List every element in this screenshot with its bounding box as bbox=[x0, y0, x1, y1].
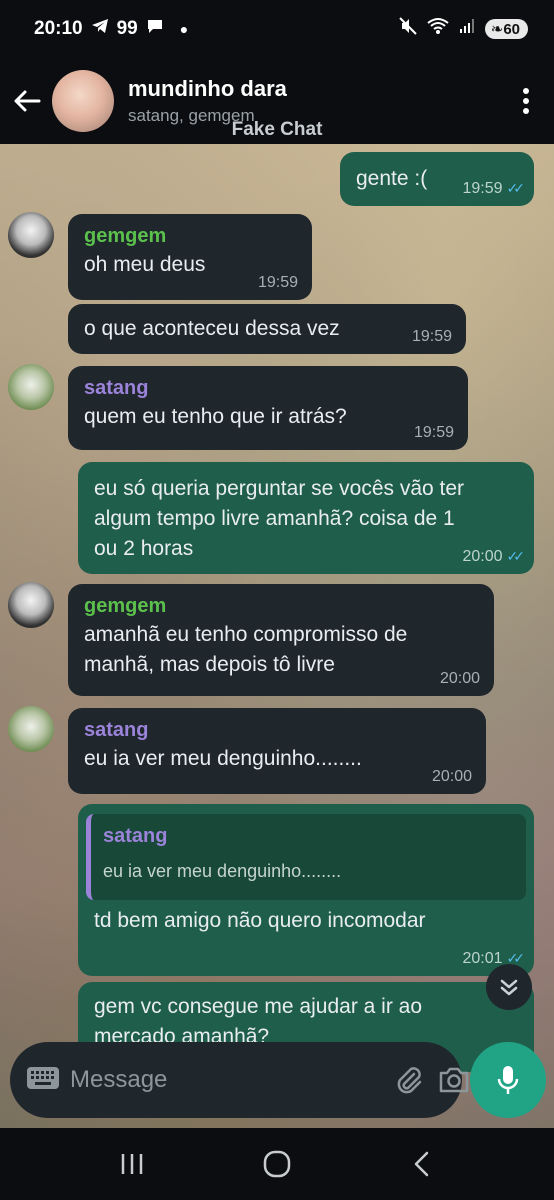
message-line: eu só queria perguntar se vocês vão ter bbox=[94, 477, 465, 500]
message-time: 20:00 bbox=[462, 548, 503, 565]
sender-name[interactable]: gemgem bbox=[84, 592, 478, 620]
chat-bubble-icon bbox=[146, 18, 164, 40]
message-text: quem eu tenho que ir atrás? bbox=[84, 405, 347, 428]
dot-icon: ● bbox=[179, 21, 189, 37]
mute-icon bbox=[399, 17, 417, 41]
fake-chat-watermark: Fake Chat bbox=[231, 119, 323, 140]
system-back-button[interactable] bbox=[387, 1134, 457, 1194]
camera-button[interactable] bbox=[438, 1060, 470, 1100]
message-text: gente :( bbox=[356, 167, 428, 190]
attach-button[interactable] bbox=[394, 1060, 424, 1100]
quoted-sender: satang bbox=[103, 825, 168, 847]
home-button[interactable] bbox=[242, 1134, 312, 1194]
message-bubble-incoming[interactable]: satang eu ia ver meu denguinho........ 2… bbox=[68, 708, 486, 794]
more-vert-icon bbox=[523, 88, 529, 114]
message-bubble-outgoing[interactable]: eu só queria perguntar se vocês vão ter … bbox=[78, 462, 534, 574]
sender-name[interactable]: gemgem bbox=[84, 222, 296, 250]
message-composer bbox=[10, 1042, 469, 1118]
message-list[interactable]: gente :( 19:59 ✓✓ gemgem oh meu deus 19:5… bbox=[0, 144, 554, 1128]
message-time: 20:00 bbox=[439, 670, 480, 687]
message-text: td bem amigo não quero incomodar bbox=[94, 909, 426, 932]
signal-icon bbox=[459, 18, 475, 40]
message-text: eu ia ver meu denguinho........ bbox=[84, 747, 362, 770]
message-line: gem vc consegue me ajudar a ir ao bbox=[94, 995, 423, 1018]
sender-name[interactable]: satang bbox=[84, 374, 452, 402]
avatar-satang[interactable] bbox=[8, 706, 54, 752]
message-time: 19:59 bbox=[257, 274, 298, 291]
attach-icon bbox=[397, 1067, 422, 1094]
status-bar: 20:10 99 ● ❧60 bbox=[0, 0, 554, 58]
back-arrow-icon bbox=[14, 90, 41, 112]
message-line: amanhã eu tenho compromisso de bbox=[84, 623, 408, 646]
message-meta: 19:59 ✓✓ bbox=[462, 179, 526, 198]
read-ticks-icon: ✓✓ bbox=[506, 180, 526, 196]
avatar-gemgem[interactable] bbox=[8, 212, 54, 258]
message-time: 19:59 bbox=[462, 180, 503, 197]
message-bubble-incoming[interactable]: gemgem amanhã eu tenho compromisso de ma… bbox=[68, 584, 494, 696]
keyboard-button[interactable] bbox=[26, 1066, 60, 1095]
home-icon bbox=[263, 1150, 291, 1178]
avatar-satang[interactable] bbox=[8, 364, 54, 410]
avatar-gemgem[interactable] bbox=[8, 582, 54, 628]
message-line: manhã, mas depois tô livre bbox=[84, 653, 335, 676]
notification-count: 99 bbox=[116, 18, 138, 39]
camera-icon bbox=[439, 1067, 469, 1093]
mic-icon bbox=[497, 1066, 519, 1094]
wifi-icon bbox=[427, 17, 449, 41]
message-bubble-incoming[interactable]: o que aconteceu dessa vez 19:59 bbox=[68, 304, 466, 354]
sender-name[interactable]: satang bbox=[84, 716, 470, 744]
quoted-text: eu ia ver meu denguinho........ bbox=[103, 861, 342, 881]
telegram-icon bbox=[91, 18, 109, 40]
message-time: 19:59 bbox=[411, 328, 452, 345]
system-nav-bar bbox=[0, 1128, 554, 1200]
battery-indicator: ❧60 bbox=[484, 19, 528, 39]
message-time: 20:01 bbox=[462, 950, 503, 967]
message-input[interactable] bbox=[70, 1066, 380, 1094]
message-bubble-incoming[interactable]: gemgem oh meu deus 19:59 bbox=[68, 214, 312, 300]
message-line: ou 2 horas bbox=[94, 537, 194, 560]
chevron-double-down-icon bbox=[500, 979, 518, 996]
message-bubble-incoming[interactable]: satang quem eu tenho que ir atrás? 19:59 bbox=[68, 366, 468, 450]
message-text: o que aconteceu dessa vez bbox=[84, 317, 340, 340]
chat-title: mundinho dara bbox=[128, 76, 287, 101]
keyboard-icon bbox=[27, 1066, 59, 1089]
recents-button[interactable] bbox=[97, 1134, 167, 1194]
message-bubble-outgoing[interactable]: satang eu ia ver meu denguinho........ t… bbox=[78, 804, 534, 976]
message-bubble-outgoing[interactable]: gente :( 19:59 ✓✓ bbox=[340, 152, 534, 206]
back-icon bbox=[414, 1151, 428, 1177]
message-time: 20:00 bbox=[431, 768, 472, 785]
message-meta: 20:00 ✓✓ bbox=[462, 547, 526, 566]
message-line: algum tempo livre amanhã? coisa de 1 bbox=[94, 507, 455, 530]
quoted-reply[interactable]: satang eu ia ver meu denguinho........ bbox=[86, 814, 526, 900]
scroll-to-bottom-button[interactable] bbox=[486, 964, 532, 1010]
recents-icon bbox=[122, 1154, 143, 1174]
voice-record-button[interactable] bbox=[470, 1042, 546, 1118]
status-time: 20:10 bbox=[34, 18, 83, 39]
read-ticks-icon: ✓✓ bbox=[506, 548, 526, 564]
battery-leaf-icon: ❧ bbox=[490, 21, 504, 38]
message-time: 19:59 bbox=[413, 424, 454, 441]
